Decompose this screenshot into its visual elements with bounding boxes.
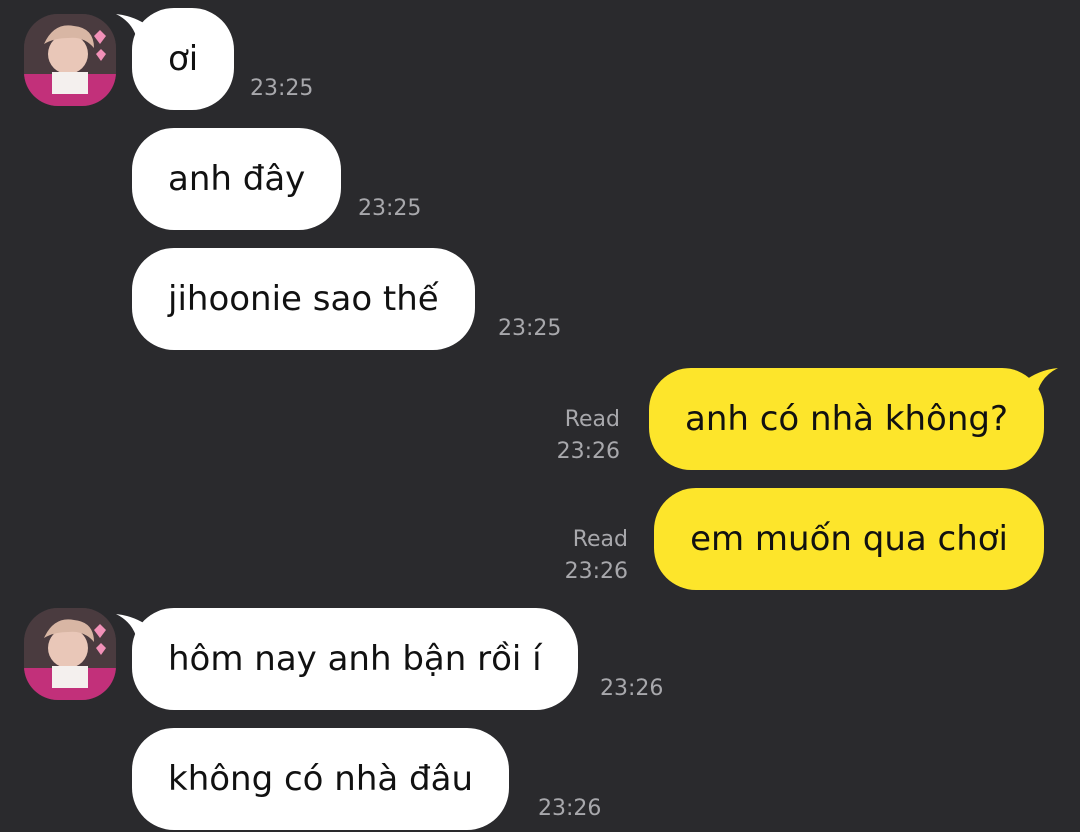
message-time: 23:25 <box>358 196 422 221</box>
message-meta: Read 23:26 <box>557 404 620 468</box>
message-bubble[interactable]: em muốn qua chơi <box>654 488 1044 590</box>
message-row-outgoing: Read 23:26 em muốn qua chơi <box>0 488 1080 592</box>
message-meta: Read 23:26 <box>565 524 628 588</box>
message-bubble[interactable]: anh đây <box>132 128 342 230</box>
contact-avatar[interactable] <box>24 608 116 700</box>
message-text: em muốn qua chơi <box>690 519 1008 559</box>
avatar-photo-icon <box>24 14 116 106</box>
avatar-photo-icon <box>24 608 116 700</box>
contact-avatar[interactable] <box>24 14 116 106</box>
read-status: Read <box>572 527 628 552</box>
message-row-outgoing: Read 23:26 anh có nhà không? <box>0 368 1080 472</box>
message-text: anh có nhà không? <box>685 399 1008 439</box>
message-text: hôm nay anh bận rồi í <box>168 639 542 679</box>
message-text: anh đây <box>168 159 306 199</box>
message-text: không có nhà đâu <box>168 759 473 799</box>
message-row-incoming: ơi 23:25 <box>0 8 1080 112</box>
message-row-incoming: không có nhà đâu 23:26 <box>0 728 1080 832</box>
message-text: jihoonie sao thế <box>168 279 439 319</box>
message-bubble[interactable]: không có nhà đâu <box>132 728 509 830</box>
message-row-incoming: hôm nay anh bận rồi í 23:26 <box>0 608 1080 712</box>
message-text: ơi <box>168 39 199 79</box>
message-time: 23:25 <box>498 316 562 341</box>
message-time: 23:26 <box>564 559 628 584</box>
message-bubble[interactable]: hôm nay anh bận rồi í <box>132 608 578 710</box>
message-time: 23:26 <box>538 796 602 821</box>
message-time: 23:26 <box>600 676 664 701</box>
read-status: Read <box>564 407 620 432</box>
message-bubble[interactable]: ơi <box>132 8 235 110</box>
message-time: 23:26 <box>556 439 620 464</box>
message-bubble[interactable]: jihoonie sao thế <box>132 248 475 350</box>
message-row-incoming: jihoonie sao thế 23:25 <box>0 248 1080 352</box>
message-row-incoming: anh đây 23:25 <box>0 128 1080 232</box>
message-time: 23:25 <box>250 76 314 101</box>
chat-thread: ơi 23:25 anh đây 23:25 jihoonie sao thế … <box>0 0 1080 832</box>
message-bubble[interactable]: anh có nhà không? <box>649 368 1044 470</box>
